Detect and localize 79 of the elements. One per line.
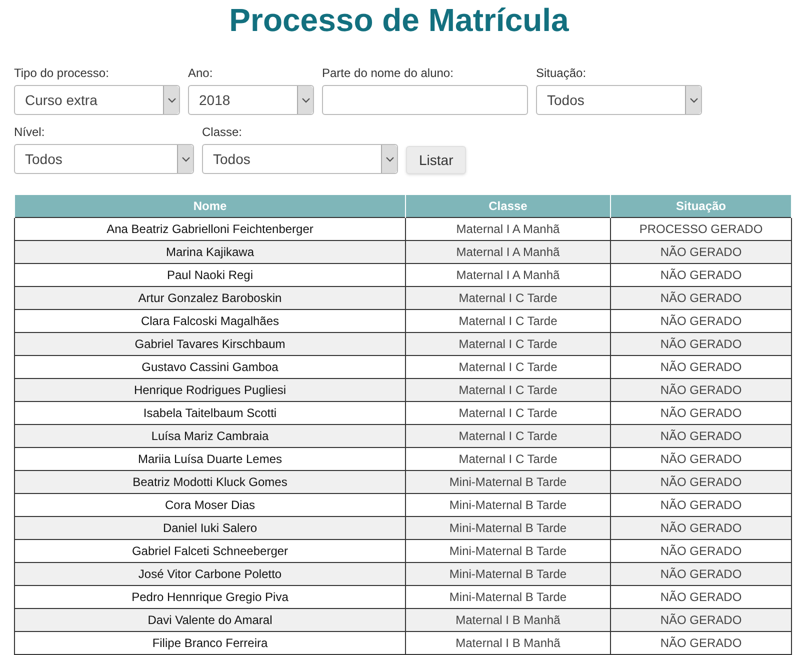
table-cell: NÃO GERADO bbox=[610, 355, 792, 378]
field-label: Situação: bbox=[536, 66, 588, 81]
table-cell: NÃO GERADO bbox=[610, 516, 792, 539]
select-field[interactable]: Curso extra bbox=[14, 85, 180, 115]
field-label: Ano: bbox=[188, 66, 214, 81]
caret-icon bbox=[168, 98, 176, 102]
table-cell: NÃO GERADO bbox=[610, 539, 792, 562]
field-label: Parte do nome do aluno: bbox=[322, 66, 454, 81]
table-cell: Filipe Branco Ferreira bbox=[14, 631, 406, 654]
caret-icon bbox=[386, 156, 394, 162]
table-cell: Maternal I C Tarde bbox=[406, 286, 610, 309]
table-cell: Mini-Maternal B Tarde bbox=[406, 493, 610, 516]
table-cell: NÃO GERADO bbox=[610, 562, 792, 585]
table-cell: Cora Moser Dias bbox=[14, 493, 406, 516]
table-cell: PROCESSO GERADO bbox=[610, 217, 792, 240]
table-cell: Maternal I C Tarde bbox=[406, 378, 610, 401]
select-field[interactable]: Todos bbox=[536, 85, 702, 115]
field-label: Classe: bbox=[202, 125, 244, 140]
table-cell: José Vitor Carbone Poletto bbox=[14, 562, 406, 585]
table-cell: Maternal I C Tarde bbox=[406, 309, 610, 332]
table-cell: NÃO GERADO bbox=[610, 424, 792, 447]
table-cell: Paul Naoki Regi bbox=[14, 263, 406, 286]
column-header: Classe bbox=[406, 195, 610, 217]
table-cell: Marina Kajikawa bbox=[14, 240, 406, 263]
table-cell: Maternal I B Manhã bbox=[406, 631, 610, 654]
table-cell: Gustavo Cassini Gamboa bbox=[14, 355, 406, 378]
page-title: Processo de Matrícula bbox=[228, 1, 570, 39]
select-field[interactable]: Todos bbox=[202, 144, 398, 174]
table-cell: Maternal I A Manhã bbox=[406, 263, 610, 286]
table-cell: Isabela Taitelbaum Scotti bbox=[14, 401, 406, 424]
table-cell: NÃO GERADO bbox=[610, 263, 792, 286]
list-button[interactable]: Listar bbox=[406, 146, 466, 174]
table-cell: Mini-Maternal B Tarde bbox=[406, 516, 610, 539]
caret-icon bbox=[690, 98, 698, 102]
table-cell: Gabriel Falceti Schneeberger bbox=[14, 539, 406, 562]
field-label: Nível: bbox=[14, 125, 46, 140]
table-cell: NÃO GERADO bbox=[610, 493, 792, 516]
table-cell: NÃO GERADO bbox=[610, 447, 792, 470]
table-cell: Beatriz Modotti Kluck Gomes bbox=[14, 470, 406, 493]
table-cell: Mini-Maternal B Tarde bbox=[406, 585, 610, 608]
table-cell: Clara Falcoski Magalhães bbox=[14, 309, 406, 332]
table-cell: NÃO GERADO bbox=[610, 608, 792, 631]
table-cell: NÃO GERADO bbox=[610, 378, 792, 401]
table-cell: NÃO GERADO bbox=[610, 309, 792, 332]
table-cell: Maternal I C Tarde bbox=[406, 447, 610, 470]
table-cell: Maternal I C Tarde bbox=[406, 424, 610, 447]
table-cell: Maternal I A Manhã bbox=[406, 240, 610, 263]
table-cell: NÃO GERADO bbox=[610, 240, 792, 263]
caret-icon bbox=[302, 98, 310, 102]
caret-icon bbox=[182, 156, 190, 162]
table-cell: NÃO GERADO bbox=[610, 470, 792, 493]
table-cell: NÃO GERADO bbox=[610, 401, 792, 424]
table-cell: Maternal I C Tarde bbox=[406, 355, 610, 378]
table-cell: Daniel Iuki Salero bbox=[14, 516, 406, 539]
table-cell: Maternal I C Tarde bbox=[406, 332, 610, 355]
table-cell: Mini-Maternal B Tarde bbox=[406, 539, 610, 562]
table-cell: NÃO GERADO bbox=[610, 631, 792, 654]
table-cell: Pedro Hennrique Gregio Piva bbox=[14, 585, 406, 608]
table-cell: NÃO GERADO bbox=[610, 585, 792, 608]
table-cell: Maternal I B Manhã bbox=[406, 608, 610, 631]
column-header: Nome bbox=[14, 195, 406, 217]
table-cell: Gabriel Tavares Kirschbaum bbox=[14, 332, 406, 355]
table-cell: Maternal I C Tarde bbox=[406, 401, 610, 424]
table-cell: Henrique Rodrigues Pugliesi bbox=[14, 378, 406, 401]
table-cell: Davi Valente do Amaral bbox=[14, 608, 406, 631]
select-field[interactable]: 2018 bbox=[188, 85, 314, 115]
name-input-field[interactable] bbox=[322, 85, 528, 115]
select-field[interactable]: Todos bbox=[14, 144, 194, 174]
field-label: Tipo do processo: bbox=[14, 66, 110, 81]
table-cell: Mariia Luísa Duarte Lemes bbox=[14, 447, 406, 470]
table-cell: NÃO GERADO bbox=[610, 332, 792, 355]
table-cell: Mini-Maternal B Tarde bbox=[406, 470, 610, 493]
table-cell: Artur Gonzalez Baroboskin bbox=[14, 286, 406, 309]
table-cell: Luísa Mariz Cambraia bbox=[14, 424, 406, 447]
table-cell: Ana Beatriz Gabrielloni Feichtenberger bbox=[14, 217, 406, 240]
table-cell: NÃO GERADO bbox=[610, 286, 792, 309]
table-cell: Maternal I A Manhã bbox=[406, 217, 610, 240]
column-header: Situação bbox=[610, 195, 792, 217]
table-cell: Mini-Maternal B Tarde bbox=[406, 562, 610, 585]
